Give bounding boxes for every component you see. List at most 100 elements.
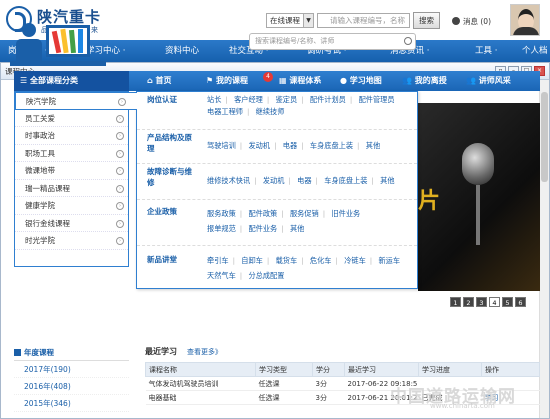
tab-home[interactable]: ⌂ 首页 <box>147 71 172 91</box>
link[interactable]: 天然气车 <box>207 271 236 280</box>
link[interactable]: 鉴定员 <box>276 95 298 104</box>
pager-3[interactable]: 3 <box>476 297 487 307</box>
group-label: 岗位认证 <box>147 95 177 104</box>
link[interactable]: 站长 <box>207 95 221 104</box>
group-new-products: 新品讲堂 牵引车 | 自卸车 | 载货车 | 危化车 | 冷链车 | 新运车 天然气车 | … <box>137 246 417 290</box>
group-product-structure: 产品结构及原理 驾驶培训 | 发动机 | 电器 | 车身底盘上装 | 其他 <box>137 130 417 164</box>
calendar-icon <box>14 349 21 356</box>
cell: 3分 <box>312 390 345 405</box>
category-sidebar: 陕汽学院 › 员工关爱 › 时事政治 › 职场工具 › 微课地带 › 瑞一精品课程 › 健康… <box>14 91 137 267</box>
sidebar-item-shaanqi-college[interactable]: 陕汽学院 › <box>15 92 137 110</box>
tab-course-system[interactable]: ▦ 课程体系 <box>279 71 321 91</box>
link[interactable]: 车身底盘上装 <box>310 141 353 150</box>
link[interactable]: 报单规范 <box>207 224 236 233</box>
link[interactable]: 危化车 <box>310 256 332 265</box>
link[interactable]: 其他 <box>290 224 304 233</box>
link[interactable]: 其他 <box>366 141 380 150</box>
link[interactable]: 牵引车 <box>207 256 229 265</box>
sidebar-item-micro-courses[interactable]: 微课地带 › <box>15 162 128 180</box>
course-search-input[interactable]: 搜索课程编号/名称、讲师 <box>249 33 416 50</box>
tab-my-courses-label: 我的课程 <box>215 76 248 85</box>
all-categories-label: 全部课程分类 <box>29 76 78 85</box>
pager-2[interactable]: 2 <box>463 297 474 307</box>
recent-heading-text: 最近学习 <box>145 347 177 356</box>
avatar[interactable] <box>510 4 540 36</box>
sidebar-item-label: 时光学院 <box>25 236 55 245</box>
sidebar-item-premium-courses[interactable]: 瑞一精品课程 › <box>15 180 128 197</box>
sidebar-item-work-tools[interactable]: 职场工具 › <box>15 145 128 162</box>
link[interactable]: 电器 <box>283 141 297 150</box>
link[interactable]: 继续技师 <box>256 107 285 116</box>
group-certification: 岗位认证 站长 | 客户经理 | 鉴定员 | 配件计划员 | 配件管理员 电器工程师 | … <box>137 92 417 130</box>
group-links: 服务政策 | 配件政策 | 服务促销 | 旧件业务 报单规范 | 配件业务 | 其他 <box>207 209 361 233</box>
header-search-input[interactable]: 请输入课程编号，名称 <box>317 13 410 28</box>
home-icon: ⌂ <box>147 76 153 85</box>
sidebar-item-health-college[interactable]: 健康学院 › <box>15 197 128 215</box>
link[interactable]: 配件政策 <box>248 209 277 218</box>
search-scope-select[interactable]: 在线课程 ▼ <box>266 13 314 28</box>
search-icon[interactable] <box>404 37 412 45</box>
course-tab-bar: ☰ 全部课程分类 ⌂ 首页 ⚑ 我的课程 4 ▦ 课程体系 ● 学习地图 👥 我… <box>14 71 540 91</box>
sidebar-item-employee-care[interactable]: 员工关爱 › <box>15 110 128 127</box>
link[interactable]: 服务促销 <box>290 209 319 218</box>
sidebar-item-politics[interactable]: 时事政治 › <box>15 127 128 145</box>
link[interactable]: 车身底盘上装 <box>324 176 367 185</box>
chevron-right-icon: › <box>116 149 124 158</box>
all-categories-menu[interactable]: ☰ 全部课程分类 <box>14 71 129 91</box>
tab-lecturers[interactable]: 👥 讲师风采 <box>466 71 511 91</box>
link[interactable]: 驾驶培训 <box>207 141 236 150</box>
link[interactable]: 配件业务 <box>248 224 277 233</box>
chevron-right-icon: › <box>116 114 124 123</box>
pager-1[interactable]: 1 <box>450 297 461 307</box>
scrollbar[interactable] <box>539 80 549 418</box>
nav-item-tools[interactable]: 工具 · <box>461 40 519 62</box>
tab-learning-map[interactable]: ● 学习地图 <box>340 71 382 91</box>
link[interactable]: 新运车 <box>378 256 400 265</box>
featured-banner[interactable]: 片 <box>418 103 540 291</box>
flag-icon: ⚑ <box>206 76 214 85</box>
cell: 气体发动机驾驶员培训 <box>145 376 256 391</box>
link[interactable]: 冷链车 <box>344 256 366 265</box>
sidebar-item-time-college[interactable]: 时光学院 › <box>15 232 128 250</box>
search-button[interactable]: 搜索 <box>413 12 440 29</box>
yearly-courses: 年度课程 2017年(190) 2016年(408) 2015年(346) <box>14 345 129 412</box>
group-links: 站长 | 客户经理 | 鉴定员 | 配件计划员 | 配件管理员 电器工程师 | 继续技师 <box>207 95 395 116</box>
chevron-right-icon: › <box>118 98 126 106</box>
messages-link[interactable]: 消息 (0) <box>452 16 491 27</box>
view-more-link[interactable]: 查看更多》 <box>187 348 222 356</box>
year-2015-link[interactable]: 2015年(346) <box>14 395 129 412</box>
group-label: 产品结构及原理 <box>147 133 192 153</box>
link[interactable]: 维修技术快讯 <box>207 176 250 185</box>
nav-item-profile[interactable]: 个人档 <box>519 40 550 62</box>
pager-5[interactable]: 5 <box>502 297 513 307</box>
tab-my-courses[interactable]: ⚑ 我的课程 <box>206 71 248 91</box>
link[interactable]: 配件管理员 <box>359 95 395 104</box>
grid-icon: ▦ <box>279 76 287 85</box>
link[interactable]: 发动机 <box>248 141 270 150</box>
link[interactable]: 发动机 <box>263 176 285 185</box>
col-action: 操作 <box>481 362 540 377</box>
year-2016-link[interactable]: 2016年(408) <box>14 378 129 395</box>
pager-4[interactable]: 4 <box>489 297 500 307</box>
sidebar-item-label: 时事政治 <box>25 131 55 140</box>
link[interactable]: 配件计划员 <box>310 95 346 104</box>
link[interactable]: 电器工程师 <box>207 107 243 116</box>
scrollbar-thumb[interactable] <box>541 92 548 182</box>
year-2017-link[interactable]: 2017年(190) <box>14 361 129 378</box>
link[interactable]: 载货车 <box>276 256 298 265</box>
sidebar-item-label: 瑞一精品课程 <box>25 183 70 193</box>
link[interactable]: 分总成配置 <box>248 271 284 280</box>
link[interactable]: 旧件业务 <box>331 209 360 218</box>
nav-item-materials[interactable]: 资料中心 <box>152 40 229 62</box>
link[interactable]: 自卸车 <box>241 256 263 265</box>
col-course-name: 课程名称 <box>145 362 256 377</box>
pager-6[interactable]: 6 <box>515 297 526 307</box>
sidebar-item-bank-courses[interactable]: 银行金线课程 › <box>15 215 128 232</box>
link[interactable]: 服务政策 <box>207 209 236 218</box>
tab-my-teaching-label: 我的离授 <box>414 76 447 85</box>
group-links: 牵引车 | 自卸车 | 载货车 | 危化车 | 冷链车 | 新运车 天然气车 | 分总成配置 <box>207 256 401 280</box>
link[interactable]: 电器 <box>297 176 311 185</box>
link[interactable]: 客户经理 <box>234 95 263 104</box>
link[interactable]: 其他 <box>380 176 394 185</box>
tab-my-teaching[interactable]: 👥 我的离授 <box>402 71 447 91</box>
